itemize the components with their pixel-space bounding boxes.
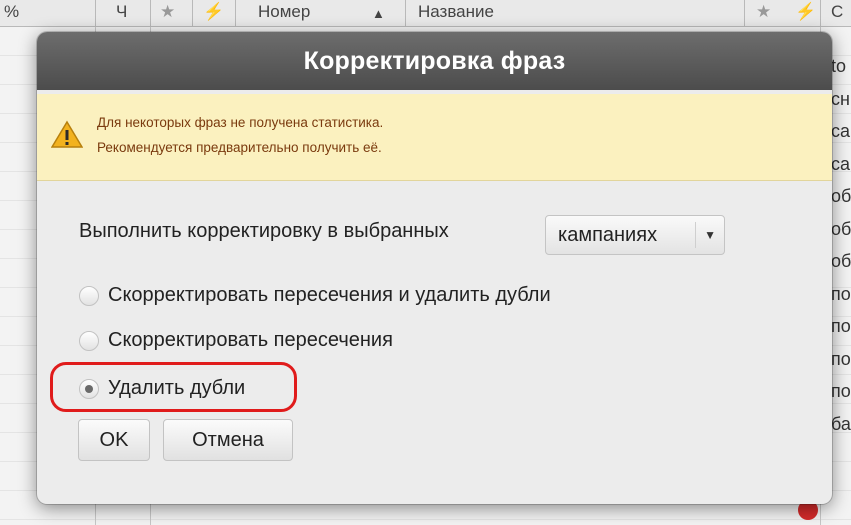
select-divider [695, 222, 696, 248]
table-cell: об [831, 251, 851, 271]
warning-line-2: Рекомендуется предварительно получить её… [97, 140, 382, 155]
column-separator [150, 0, 151, 26]
table-cell: об [831, 186, 851, 206]
column-header-name[interactable]: Название [418, 2, 494, 22]
column-separator [744, 0, 745, 26]
dialog-title: Корректировка фраз [37, 32, 832, 90]
table-cell: по [831, 283, 851, 304]
star-icon[interactable]: ★ [756, 2, 771, 22]
table-cell: об [831, 218, 851, 239]
warning-text: Для некоторых фраз не получена статистик… [97, 110, 383, 160]
sort-asc-icon: ▲ [372, 6, 385, 21]
scope-select[interactable]: кампаниях ▼ [545, 215, 725, 255]
column-separator [192, 0, 193, 26]
table-cell: са [831, 121, 851, 141]
radio-label[interactable]: Скорректировать пересечения [108, 329, 393, 352]
lightning-icon[interactable]: ⚡ [203, 2, 224, 22]
table-cell: ба [831, 413, 851, 434]
table-header: % Ч ★ ⚡ Номер ▲ Название ★ ⚡ С [0, 0, 851, 27]
table-cell: to [831, 56, 847, 76]
radio-button[interactable] [79, 330, 99, 351]
table-cell: по [831, 381, 851, 401]
column-header-percent[interactable]: % [4, 2, 19, 22]
ok-button[interactable]: OK [78, 419, 150, 461]
radio-label[interactable]: Скорректировать пересечения и удалить ду… [108, 284, 551, 307]
column-separator [820, 0, 821, 26]
option-correct-intersections[interactable]: Скорректировать пересечения [79, 329, 393, 352]
star-icon[interactable]: ★ [160, 2, 175, 22]
warning-banner: Для некоторых фраз не получена статистик… [37, 94, 832, 181]
lightning-icon[interactable]: ⚡ [795, 2, 816, 22]
warning-line-1: Для некоторых фраз не получена статистик… [97, 115, 384, 130]
table-cell: сн [831, 88, 850, 109]
scope-label: Выполнить корректировку в выбранных [79, 220, 449, 242]
scope-select-value: кампаниях [558, 224, 658, 246]
option-correct-and-dedupe[interactable]: Скорректировать пересечения и удалить ду… [79, 284, 551, 307]
column-separator [235, 0, 236, 26]
table-cell: по [831, 316, 851, 336]
highlight-annotation [50, 362, 297, 412]
column-header-number[interactable]: Номер [258, 2, 310, 22]
cancel-button[interactable]: Отмена [163, 419, 293, 461]
radio-button[interactable] [79, 285, 99, 306]
phrase-correction-dialog: Корректировка фраз Для некоторых фраз не… [37, 32, 832, 504]
warning-icon [51, 120, 83, 148]
column-header-ch[interactable]: Ч [116, 2, 127, 22]
table-cell: по [831, 348, 851, 369]
dropdown-arrow-icon[interactable]: ▼ [704, 228, 716, 242]
column-separator [95, 0, 96, 26]
column-header-right[interactable]: С [831, 2, 843, 22]
right-column-cells: to сн са са об об об по по по по ба [831, 50, 851, 440]
column-separator [405, 0, 406, 26]
table-cell: са [831, 153, 851, 174]
